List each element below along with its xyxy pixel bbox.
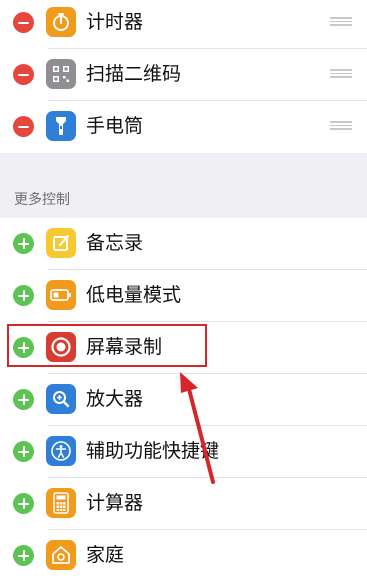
annotation-highlight-box [7,324,207,367]
reorder-handle-icon[interactable] [330,17,352,26]
reorder-handle-icon[interactable] [330,69,352,78]
control-label: 计时器 [86,11,144,33]
home-icon [46,540,76,570]
remove-button[interactable] [13,12,34,33]
control-row-timer[interactable]: 计时器 [0,0,367,49]
control-row-notes[interactable]: 备忘录 [0,218,367,270]
control-row-calculator[interactable]: 计算器 [0,478,367,530]
control-label: 扫描二维码 [86,63,182,85]
add-button[interactable] [13,389,34,410]
section-header: 更多控制 [14,192,70,208]
add-button[interactable] [13,545,34,566]
accessibility-icon [46,436,76,466]
section-gap: 更多控制 [0,153,367,218]
control-row-flashlight[interactable]: 手电筒 [0,101,367,153]
control-row-accessibility-shortcut[interactable]: 辅助功能快捷键 [0,426,367,478]
control-row-low-power-mode[interactable]: 低电量模式 [0,270,367,322]
flashlight-icon [46,111,76,141]
add-button[interactable] [13,233,34,254]
control-label: 低电量模式 [86,284,182,306]
battery-icon [46,280,76,310]
notes-icon [46,228,76,258]
magnifier-icon [46,384,76,414]
calculator-icon [46,488,76,518]
add-button[interactable] [13,285,34,306]
control-label: 计算器 [86,492,144,514]
timer-icon [46,7,76,37]
add-button[interactable] [13,441,34,462]
control-label: 辅助功能快捷键 [86,440,220,462]
reorder-handle-icon[interactable] [330,121,352,130]
control-row-magnifier[interactable]: 放大器 [0,374,367,426]
qr-code-icon [46,59,76,89]
control-label: 备忘录 [86,232,144,254]
remove-button[interactable] [13,64,34,85]
control-label: 放大器 [86,388,144,410]
control-row-qr-scanner[interactable]: 扫描二维码 [0,49,367,101]
remove-button[interactable] [13,116,34,137]
control-row-home[interactable]: 家庭 [0,530,367,582]
control-label: 手电筒 [86,115,144,137]
control-label: 家庭 [86,544,125,566]
add-button[interactable] [13,493,34,514]
